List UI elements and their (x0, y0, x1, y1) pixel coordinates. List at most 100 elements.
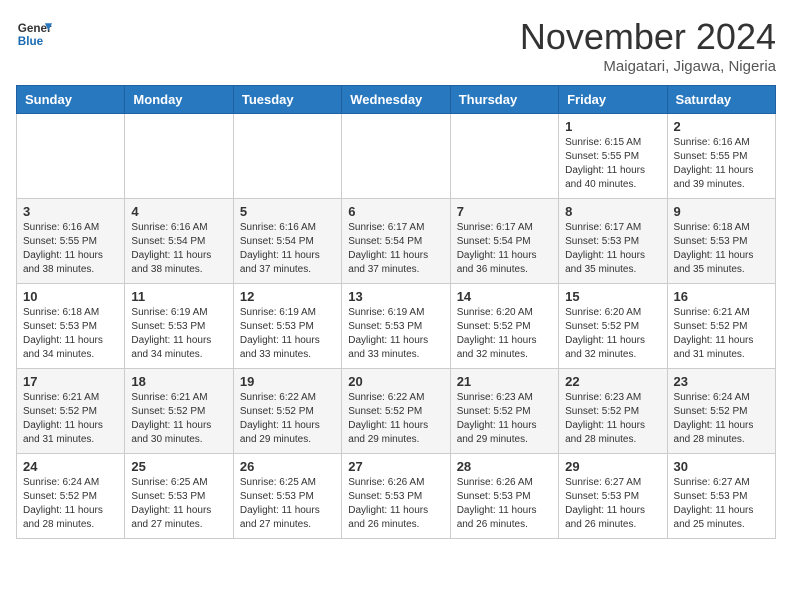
day-cell: 7Sunrise: 6:17 AM Sunset: 5:54 PM Daylig… (450, 199, 558, 284)
day-info: Sunrise: 6:21 AM Sunset: 5:52 PM Dayligh… (674, 306, 769, 362)
day-cell: 24Sunrise: 6:24 AM Sunset: 5:52 PM Dayli… (17, 454, 125, 539)
day-number: 29 (565, 459, 660, 474)
day-cell: 5 Sunrise: 6:16 AM Sunset: 5:54 PM Daylig… (233, 199, 341, 284)
day-cell: 8 Sunrise: 6:17 AM Sunset: 5:53 PM Daylig… (559, 199, 667, 284)
day-cell: 3 Sunrise: 6:16 AM Sunset: 5:55 PM Daylig… (17, 199, 125, 284)
day-info: Sunrise: 6:16 AM Sunset: 5:55 PM Dayligh… (23, 221, 118, 277)
day-number: 2 (674, 119, 769, 134)
svg-text:Blue: Blue (18, 35, 44, 48)
day-info: Sunrise: 6:23 AM Sunset: 5:52 PM Dayligh… (457, 391, 552, 447)
day-cell: 20 Sunrise: 6:22 AM Sunset: 5:52 PM Dayli… (342, 369, 450, 454)
day-number: 21 (457, 374, 552, 389)
day-cell: 19 Sunrise: 6:22 AM Sunset: 5:52 PM Dayli… (233, 369, 341, 454)
day-number: 22 (565, 374, 660, 389)
day-number: 8 (565, 204, 660, 219)
day-cell: 2 Sunrise: 6:16 AM Sunset: 5:55 PM Daylig… (667, 114, 775, 199)
day-number: 9 (674, 204, 769, 219)
day-cell: 25 Sunrise: 6:25 AM Sunset: 5:53 PM Dayli… (125, 454, 233, 539)
day-cell: 4Sunrise: 6:16 AM Sunset: 5:54 PM Daylig… (125, 199, 233, 284)
day-cell: 13 Sunrise: 6:19 AM Sunset: 5:53 PM Dayli… (342, 284, 450, 369)
day-cell (233, 114, 341, 199)
day-number: 27 (348, 459, 443, 474)
day-info: Sunrise: 6:26 AM Sunset: 5:53 PM Dayligh… (348, 476, 443, 532)
day-cell: 28Sunrise: 6:26 AM Sunset: 5:53 PM Dayli… (450, 454, 558, 539)
day-number: 5 (240, 204, 335, 219)
day-info: Sunrise: 6:21 AM Sunset: 5:52 PM Dayligh… (131, 391, 226, 447)
day-cell: 14 Sunrise: 6:20 AM Sunset: 5:52 PM Dayli… (450, 284, 558, 369)
day-info: Sunrise: 6:17 AM Sunset: 5:53 PM Dayligh… (565, 221, 660, 277)
day-info: Sunrise: 6:27 AM Sunset: 5:53 PM Dayligh… (565, 476, 660, 532)
day-number: 1 (565, 119, 660, 134)
day-info: Sunrise: 6:22 AM Sunset: 5:52 PM Dayligh… (240, 391, 335, 447)
day-header-thursday: Thursday (450, 86, 558, 114)
day-number: 25 (131, 459, 226, 474)
header: General Blue November 2024 Maigatari, Ji… (16, 16, 776, 75)
day-cell: 23 Sunrise: 6:24 AM Sunset: 5:52 PM Dayli… (667, 369, 775, 454)
day-header-friday: Friday (559, 86, 667, 114)
day-cell: 26Sunrise: 6:25 AM Sunset: 5:53 PM Dayli… (233, 454, 341, 539)
day-number: 6 (348, 204, 443, 219)
day-number: 14 (457, 289, 552, 304)
day-number: 12 (240, 289, 335, 304)
day-number: 11 (131, 289, 226, 304)
day-number: 18 (131, 374, 226, 389)
day-number: 28 (457, 459, 552, 474)
month-title: November 2024 (520, 16, 776, 58)
logo: General Blue (16, 16, 52, 52)
day-info: Sunrise: 6:16 AM Sunset: 5:54 PM Dayligh… (240, 221, 335, 277)
day-info: Sunrise: 6:25 AM Sunset: 5:53 PM Dayligh… (240, 476, 335, 532)
week-row-4: 17 Sunrise: 6:21 AM Sunset: 5:52 PM Dayli… (17, 369, 776, 454)
day-cell (17, 114, 125, 199)
day-info: Sunrise: 6:27 AM Sunset: 5:53 PM Dayligh… (674, 476, 769, 532)
days-header-row: SundayMondayTuesdayWednesdayThursdayFrid… (17, 86, 776, 114)
day-cell: 16Sunrise: 6:21 AM Sunset: 5:52 PM Dayli… (667, 284, 775, 369)
day-info: Sunrise: 6:17 AM Sunset: 5:54 PM Dayligh… (348, 221, 443, 277)
day-number: 19 (240, 374, 335, 389)
day-cell: 10Sunrise: 6:18 AM Sunset: 5:53 PM Dayli… (17, 284, 125, 369)
day-number: 23 (674, 374, 769, 389)
day-header-wednesday: Wednesday (342, 86, 450, 114)
day-header-saturday: Saturday (667, 86, 775, 114)
day-cell: 18 Sunrise: 6:21 AM Sunset: 5:52 PM Dayli… (125, 369, 233, 454)
day-info: Sunrise: 6:20 AM Sunset: 5:52 PM Dayligh… (565, 306, 660, 362)
day-info: Sunrise: 6:19 AM Sunset: 5:53 PM Dayligh… (240, 306, 335, 362)
day-cell: 15Sunrise: 6:20 AM Sunset: 5:52 PM Dayli… (559, 284, 667, 369)
day-header-monday: Monday (125, 86, 233, 114)
day-info: Sunrise: 6:25 AM Sunset: 5:53 PM Dayligh… (131, 476, 226, 532)
day-info: Sunrise: 6:18 AM Sunset: 5:53 PM Dayligh… (674, 221, 769, 277)
day-info: Sunrise: 6:19 AM Sunset: 5:53 PM Dayligh… (131, 306, 226, 362)
day-number: 30 (674, 459, 769, 474)
week-row-3: 10Sunrise: 6:18 AM Sunset: 5:53 PM Dayli… (17, 284, 776, 369)
week-row-5: 24Sunrise: 6:24 AM Sunset: 5:52 PM Dayli… (17, 454, 776, 539)
day-cell (342, 114, 450, 199)
day-info: Sunrise: 6:21 AM Sunset: 5:52 PM Dayligh… (23, 391, 118, 447)
day-info: Sunrise: 6:19 AM Sunset: 5:53 PM Dayligh… (348, 306, 443, 362)
day-number: 13 (348, 289, 443, 304)
week-row-1: 1 Sunrise: 6:15 AM Sunset: 5:55 PM Daylig… (17, 114, 776, 199)
day-number: 7 (457, 204, 552, 219)
day-number: 24 (23, 459, 118, 474)
day-cell: 1 Sunrise: 6:15 AM Sunset: 5:55 PM Daylig… (559, 114, 667, 199)
day-cell: 12 Sunrise: 6:19 AM Sunset: 5:53 PM Dayli… (233, 284, 341, 369)
day-info: Sunrise: 6:20 AM Sunset: 5:52 PM Dayligh… (457, 306, 552, 362)
day-info: Sunrise: 6:24 AM Sunset: 5:52 PM Dayligh… (674, 391, 769, 447)
day-info: Sunrise: 6:16 AM Sunset: 5:55 PM Dayligh… (674, 136, 769, 192)
location: Maigatari, Jigawa, Nigeria (520, 58, 776, 75)
day-cell: 22 Sunrise: 6:23 AM Sunset: 5:52 PM Dayli… (559, 369, 667, 454)
day-cell (125, 114, 233, 199)
day-info: Sunrise: 6:22 AM Sunset: 5:52 PM Dayligh… (348, 391, 443, 447)
day-number: 17 (23, 374, 118, 389)
day-cell: 27 Sunrise: 6:26 AM Sunset: 5:53 PM Dayli… (342, 454, 450, 539)
day-cell: 11 Sunrise: 6:19 AM Sunset: 5:53 PM Dayli… (125, 284, 233, 369)
day-number: 4 (131, 204, 226, 219)
day-cell: 29 Sunrise: 6:27 AM Sunset: 5:53 PM Dayli… (559, 454, 667, 539)
day-cell: 17 Sunrise: 6:21 AM Sunset: 5:52 PM Dayli… (17, 369, 125, 454)
day-cell (450, 114, 558, 199)
week-row-2: 3 Sunrise: 6:16 AM Sunset: 5:55 PM Daylig… (17, 199, 776, 284)
day-cell: 6 Sunrise: 6:17 AM Sunset: 5:54 PM Daylig… (342, 199, 450, 284)
day-number: 3 (23, 204, 118, 219)
day-number: 20 (348, 374, 443, 389)
day-info: Sunrise: 6:23 AM Sunset: 5:52 PM Dayligh… (565, 391, 660, 447)
day-info: Sunrise: 6:15 AM Sunset: 5:55 PM Dayligh… (565, 136, 660, 192)
day-header-tuesday: Tuesday (233, 86, 341, 114)
